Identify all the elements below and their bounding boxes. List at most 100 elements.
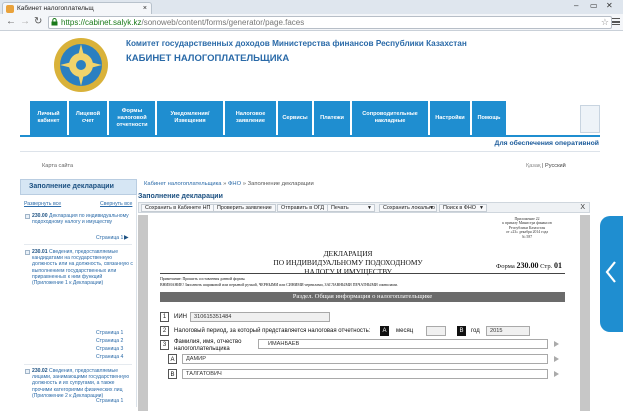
maximize-icon[interactable]: ▭ (590, 1, 598, 10)
iin-field[interactable]: 310615351484 (190, 312, 330, 322)
tree-node-icon (25, 369, 30, 374)
browser-menu-icon[interactable] (612, 18, 620, 25)
collapse-all-link[interactable]: Свернуть все (100, 201, 132, 207)
nav-label: кабинет (37, 118, 60, 124)
nav-notifications[interactable]: Уведомления/Извещения (157, 101, 223, 135)
sidebar-page-link[interactable]: Страница 1 (96, 398, 123, 404)
nav-personal-cabinet[interactable]: Личный кабинет (30, 101, 67, 135)
arrow-right-icon (554, 341, 559, 347)
print-button[interactable]: Печать ▼ (327, 204, 375, 212)
nav-label: Помощь (477, 114, 501, 121)
page-number: 01 (554, 261, 562, 270)
form-code: 230.00 (516, 261, 539, 270)
divider (160, 273, 565, 274)
surname-value: ИМАНБАЕВ (268, 341, 300, 347)
info-banner-link[interactable]: Для обеспечения оперативной (494, 140, 599, 147)
search-fno-button[interactable]: Поиск в ФНО ▼ (439, 204, 487, 212)
surname-field[interactable]: ИМАНБАЕВ (258, 339, 548, 349)
lang-kazakh[interactable]: Қазақ (526, 163, 540, 169)
nav-personal-account[interactable]: Лицевой счет (69, 101, 107, 135)
arrow-right-icon: ▶ (124, 235, 129, 241)
favicon-icon (6, 5, 14, 13)
sidebar-page-link[interactable]: Страница 3 (96, 346, 123, 352)
search-label: Поиск в ФНО (443, 205, 476, 211)
nav-settings[interactable]: Настройки (430, 101, 470, 135)
form-toolbar: Сохранить в Кабинете НП Проверить заявле… (138, 202, 590, 213)
chevron-down-icon: ▼ (429, 205, 434, 211)
month-label: месяц (396, 328, 414, 334)
main-content: Кабинет налогоплательщика » ФНО » Заполн… (138, 179, 590, 411)
sidebar-form-230-00[interactable]: 230.00 Декларация по индивидуальному под… (24, 213, 134, 225)
sidebar-page-link[interactable]: Страница 4 (96, 354, 123, 360)
form-label: Форма (496, 263, 515, 270)
nav-end-tab (580, 105, 600, 133)
arrow-right-icon (554, 356, 559, 362)
forward-icon[interactable]: → (20, 16, 30, 27)
warning-note: ВНИМАНИЕ! Заполнить шариковой или перьев… (160, 283, 398, 287)
side-panel-toggle[interactable] (600, 216, 623, 332)
form-text: Сведения, предоставляемые кандидатами на… (32, 249, 133, 287)
sidebar-title: Заполнение декларации (20, 179, 137, 195)
back-icon[interactable]: ← (6, 16, 16, 27)
bookmark-star-icon[interactable]: ☆ (601, 17, 609, 28)
save-cabinet-button[interactable]: Сохранить в Кабинете НП (141, 204, 215, 212)
nav-help[interactable]: Помощь (472, 101, 506, 135)
chevron-down-icon: ▼ (479, 205, 484, 211)
breadcrumb: Кабинет налогоплательщика » ФНО » Заполн… (144, 181, 314, 187)
nav-label: налоговой (117, 114, 147, 121)
sidebar-page-link[interactable]: Страница 1 (96, 330, 123, 336)
sitemap-link[interactable]: Карта сайта (42, 163, 73, 169)
divider (24, 364, 132, 365)
nav-label: Налоговое (235, 111, 266, 117)
nav-label: Личный (37, 111, 60, 117)
page-label: Стр. (540, 263, 553, 270)
divider (24, 244, 132, 245)
nav-payments[interactable]: Платежи (314, 101, 350, 135)
label-line: налогоплательщика (174, 345, 230, 352)
breadcrumb-cabinet[interactable]: Кабинет налогоплательщика (144, 181, 222, 187)
row-number: 1 (160, 312, 169, 322)
year-field[interactable]: 2015 (486, 326, 530, 336)
name-field[interactable]: ДАМИР (182, 354, 548, 364)
close-form-button[interactable]: X (580, 203, 585, 213)
month-field[interactable] (426, 326, 446, 336)
lang-russian[interactable]: Русский (545, 163, 566, 169)
sidebar-form-230-01[interactable]: 230.01 Сведения, предоставляемые кандида… (24, 249, 134, 286)
nav-label: Лицевой (75, 111, 101, 117)
sidebar-page-link[interactable]: Страница 2 (96, 338, 123, 344)
minimize-icon[interactable]: ‒ (574, 1, 578, 10)
nav-tax-application[interactable]: Налоговое заявление (225, 101, 276, 135)
main-nav: Личный кабинет Лицевой счет Формы налоговой… (20, 101, 600, 137)
sidebar-page-link[interactable]: Страница 1 (96, 235, 123, 241)
divider (20, 151, 600, 152)
declaration-title: ДЕКЛАРАЦИЯ ПО ИНДИВИДУАЛЬНОМУ ПОДОХОДНОМ… (258, 249, 438, 276)
title-line: ПО ИНДИВИДУАЛЬНОМУ ПОДОХОДНОМУ (273, 258, 423, 267)
check-button[interactable]: Проверить заявление (213, 204, 276, 212)
nav-waybills[interactable]: Сопроводительные накладные (352, 101, 428, 135)
nav-label: счет (81, 118, 94, 124)
field-marker-a: A (380, 326, 389, 336)
form-code: 230.00 (32, 213, 48, 219)
tree-node-icon (25, 250, 30, 255)
breadcrumb-fno[interactable]: ФНО (228, 181, 241, 187)
title-line: ДЕКЛАРАЦИЯ (323, 249, 373, 258)
window-close-icon[interactable]: ✕ (606, 1, 613, 10)
sidebar-form-230-02[interactable]: 230.02 Сведения, предоставляемые лицами,… (24, 368, 134, 399)
expand-all-link[interactable]: Развернуть все (24, 201, 61, 207)
send-ogd-button[interactable]: Отправить в ОГД (277, 204, 328, 212)
reload-icon[interactable]: ↻ (34, 16, 42, 27)
address-bar[interactable]: https://cabinet.salyk.kz/sonoweb/content… (48, 16, 612, 29)
nav-label: Настройки (435, 114, 465, 121)
browser-tab[interactable]: Кабинет налогоплательщ × (2, 2, 152, 14)
site-header: Комитет государственных доходов Министер… (20, 31, 600, 101)
patronymic-field[interactable]: ТАЛГАТОВИЧ (182, 369, 548, 379)
fullname-label: Фамилия, имя, отчество налогоплательщика (174, 339, 242, 352)
tab-close-icon[interactable]: × (143, 3, 147, 14)
nav-tax-forms[interactable]: Формы налоговой отчетности (109, 101, 155, 135)
save-local-button[interactable]: Сохранить локально ▼ (379, 204, 437, 212)
nav-services[interactable]: Сервисы (278, 101, 312, 135)
period-label: Налоговый период, за который представляе… (174, 328, 371, 334)
save-local-label: Сохранить локально (383, 205, 435, 211)
nav-label: Платежи (320, 114, 344, 121)
emblem-logo-icon (54, 38, 108, 92)
